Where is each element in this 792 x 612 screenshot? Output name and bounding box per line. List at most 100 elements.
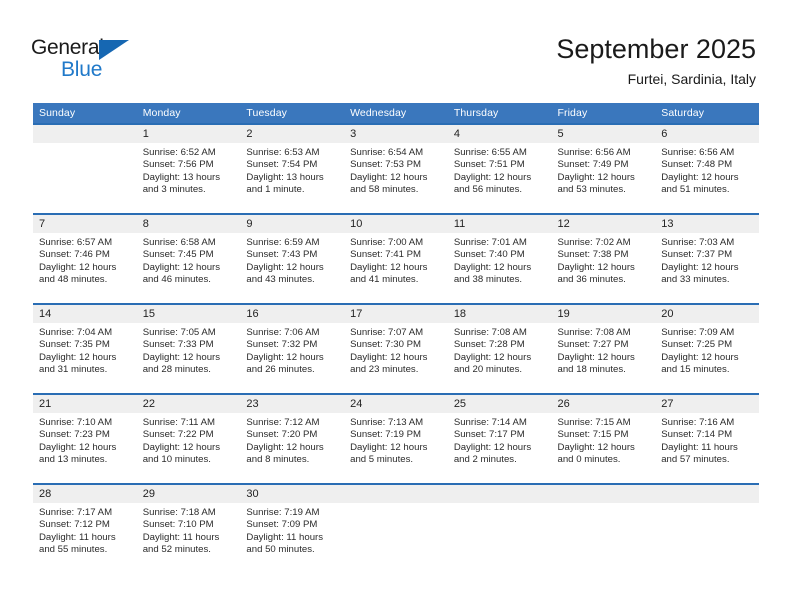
day-details: Sunrise: 7:04 AM Sunset: 7:35 PM Dayligh… bbox=[33, 323, 137, 377]
page-subtitle-location: Furtei, Sardinia, Italy bbox=[627, 71, 756, 87]
general-blue-logo[interactable]: General Blue bbox=[31, 36, 151, 84]
day-number: 1 bbox=[136, 125, 241, 143]
day-number: 16 bbox=[240, 305, 345, 323]
day-cell[interactable]: 10 Sunrise: 7:00 AM Sunset: 7:41 PM Dayl… bbox=[344, 213, 448, 304]
day-cell[interactable]: 28 Sunrise: 7:17 AM Sunset: 7:12 PM Dayl… bbox=[33, 483, 137, 563]
daylight-text-line2: and 0 minutes. bbox=[557, 454, 621, 466]
sunset-text: Sunset: 7:19 PM bbox=[350, 429, 422, 441]
day-cell[interactable]: 25 Sunrise: 7:14 AM Sunset: 7:17 PM Dayl… bbox=[447, 393, 552, 484]
day-number: 4 bbox=[447, 125, 552, 143]
daylight-text-line2: and 41 minutes. bbox=[350, 274, 419, 286]
day-cell[interactable]: 19 Sunrise: 7:08 AM Sunset: 7:27 PM Dayl… bbox=[551, 303, 656, 394]
sunrise-text: Sunrise: 7:17 AM bbox=[39, 507, 113, 518]
daylight-text-line2: and 52 minutes. bbox=[142, 544, 211, 556]
day-details: Sunrise: 6:56 AM Sunset: 7:48 PM Dayligh… bbox=[655, 143, 759, 197]
day-cell[interactable]: 11 Sunrise: 7:01 AM Sunset: 7:40 PM Dayl… bbox=[447, 213, 552, 304]
day-details: Sunrise: 7:02 AM Sunset: 7:38 PM Dayligh… bbox=[552, 233, 656, 287]
daylight-text-line1: Daylight: 11 hours bbox=[142, 531, 220, 543]
day-cell[interactable]: 8 Sunrise: 6:58 AM Sunset: 7:45 PM Dayli… bbox=[136, 213, 241, 304]
day-number: 17 bbox=[344, 305, 448, 323]
day-cell[interactable]: 20 Sunrise: 7:09 AM Sunset: 7:25 PM Dayl… bbox=[655, 303, 759, 394]
day-cell-empty bbox=[344, 483, 448, 563]
day-cell[interactable]: 18 Sunrise: 7:08 AM Sunset: 7:28 PM Dayl… bbox=[447, 303, 552, 394]
daylight-text-line1: Daylight: 12 hours bbox=[350, 171, 428, 183]
daylight-text-line2: and 2 minutes. bbox=[453, 454, 517, 466]
day-cell[interactable]: 6 Sunrise: 6:56 AM Sunset: 7:48 PM Dayli… bbox=[655, 123, 759, 214]
day-cell[interactable]: 22 Sunrise: 7:11 AM Sunset: 7:22 PM Dayl… bbox=[136, 393, 241, 484]
weekday-header-saturday: Saturday bbox=[655, 103, 759, 124]
daylight-text-line2: and 55 minutes. bbox=[39, 544, 108, 556]
sunrise-text: Sunrise: 7:18 AM bbox=[142, 507, 216, 518]
daylight-text-line1: Daylight: 12 hours bbox=[557, 351, 635, 363]
day-cell[interactable]: 12 Sunrise: 7:02 AM Sunset: 7:38 PM Dayl… bbox=[551, 213, 656, 304]
day-cell[interactable]: 9 Sunrise: 6:59 AM Sunset: 7:43 PM Dayli… bbox=[240, 213, 345, 304]
day-cell[interactable]: 14 Sunrise: 7:04 AM Sunset: 7:35 PM Dayl… bbox=[33, 303, 137, 394]
day-cell[interactable]: 23 Sunrise: 7:12 AM Sunset: 7:20 PM Dayl… bbox=[240, 393, 345, 484]
sunrise-text: Sunrise: 7:16 AM bbox=[661, 417, 735, 428]
day-number: 25 bbox=[447, 395, 552, 413]
sunset-text: Sunset: 7:45 PM bbox=[142, 249, 214, 261]
page-header: General Blue September 2025 Furtei, Sard… bbox=[0, 0, 792, 100]
day-cell[interactable]: 1 Sunrise: 6:52 AM Sunset: 7:56 PM Dayli… bbox=[136, 123, 241, 214]
day-cell[interactable]: 29 Sunrise: 7:18 AM Sunset: 7:10 PM Dayl… bbox=[136, 483, 241, 563]
daylight-text-line1: Daylight: 12 hours bbox=[453, 171, 532, 183]
day-cell[interactable]: 27 Sunrise: 7:16 AM Sunset: 7:14 PM Dayl… bbox=[655, 393, 759, 484]
day-number: 12 bbox=[551, 215, 656, 233]
sunset-text: Sunset: 7:41 PM bbox=[350, 249, 422, 261]
day-details: Sunrise: 7:12 AM Sunset: 7:20 PM Dayligh… bbox=[240, 413, 344, 467]
day-number: 15 bbox=[136, 305, 241, 323]
day-cell[interactable]: 24 Sunrise: 7:13 AM Sunset: 7:19 PM Dayl… bbox=[344, 393, 448, 484]
daylight-text-line1: Daylight: 12 hours bbox=[453, 261, 532, 273]
daylight-text-line2: and 57 minutes. bbox=[661, 454, 730, 466]
day-cell[interactable]: 16 Sunrise: 7:06 AM Sunset: 7:32 PM Dayl… bbox=[240, 303, 345, 394]
day-details: Sunrise: 7:11 AM Sunset: 7:22 PM Dayligh… bbox=[137, 413, 241, 467]
daylight-text-line1: Daylight: 11 hours bbox=[661, 441, 738, 453]
day-cell[interactable]: 26 Sunrise: 7:15 AM Sunset: 7:15 PM Dayl… bbox=[551, 393, 656, 484]
day-number: 6 bbox=[655, 125, 759, 143]
daylight-text-line1: Daylight: 13 hours bbox=[246, 171, 324, 183]
day-cell[interactable]: 5 Sunrise: 6:56 AM Sunset: 7:49 PM Dayli… bbox=[551, 123, 656, 214]
daylight-text-line2: and 18 minutes. bbox=[557, 364, 626, 376]
sunset-text: Sunset: 7:20 PM bbox=[246, 429, 318, 441]
calendar-head: Sunday Monday Tuesday Wednesday Thursday… bbox=[33, 103, 759, 124]
day-number: 14 bbox=[33, 305, 137, 323]
sunset-text: Sunset: 7:27 PM bbox=[557, 339, 629, 351]
sunrise-text: Sunrise: 6:57 AM bbox=[39, 237, 113, 248]
day-details: Sunrise: 7:10 AM Sunset: 7:23 PM Dayligh… bbox=[33, 413, 137, 467]
daylight-text-line1: Daylight: 12 hours bbox=[246, 261, 324, 273]
day-details: Sunrise: 6:55 AM Sunset: 7:51 PM Dayligh… bbox=[448, 143, 552, 197]
sunrise-text: Sunrise: 6:56 AM bbox=[557, 147, 631, 158]
sunset-text: Sunset: 7:35 PM bbox=[39, 339, 110, 351]
day-details: Sunrise: 6:52 AM Sunset: 7:56 PM Dayligh… bbox=[137, 143, 241, 197]
daylight-text-line1: Daylight: 12 hours bbox=[557, 261, 635, 273]
day-number: 26 bbox=[551, 395, 656, 413]
day-number: 5 bbox=[551, 125, 656, 143]
sunrise-text: Sunrise: 7:07 AM bbox=[350, 327, 424, 338]
day-details: Sunrise: 7:17 AM Sunset: 7:12 PM Dayligh… bbox=[33, 503, 137, 557]
day-details: Sunrise: 7:07 AM Sunset: 7:30 PM Dayligh… bbox=[344, 323, 448, 377]
day-number: 29 bbox=[136, 485, 241, 503]
day-cell[interactable]: 3 Sunrise: 6:54 AM Sunset: 7:53 PM Dayli… bbox=[344, 123, 448, 214]
sunrise-text: Sunrise: 7:04 AM bbox=[39, 327, 113, 338]
sunrise-text: Sunrise: 7:02 AM bbox=[557, 237, 631, 248]
sunset-text: Sunset: 7:46 PM bbox=[39, 249, 110, 261]
day-cell[interactable]: 15 Sunrise: 7:05 AM Sunset: 7:33 PM Dayl… bbox=[136, 303, 241, 394]
calendar-grid: Sunday Monday Tuesday Wednesday Thursday… bbox=[33, 103, 759, 563]
day-number: 9 bbox=[240, 215, 345, 233]
weekday-header-monday: Monday bbox=[136, 103, 241, 124]
daylight-text-line1: Daylight: 12 hours bbox=[39, 261, 117, 273]
day-cell[interactable]: 30 Sunrise: 7:19 AM Sunset: 7:09 PM Dayl… bbox=[240, 483, 345, 563]
sunrise-text: Sunrise: 7:13 AM bbox=[350, 417, 424, 428]
day-cell[interactable]: 4 Sunrise: 6:55 AM Sunset: 7:51 PM Dayli… bbox=[447, 123, 552, 214]
day-cell[interactable]: 21 Sunrise: 7:10 AM Sunset: 7:23 PM Dayl… bbox=[33, 393, 137, 484]
daylight-text-line1: Daylight: 12 hours bbox=[557, 441, 635, 453]
day-cell[interactable]: 2 Sunrise: 6:53 AM Sunset: 7:54 PM Dayli… bbox=[240, 123, 345, 214]
sunrise-text: Sunrise: 6:52 AM bbox=[142, 147, 216, 158]
day-cell[interactable]: 17 Sunrise: 7:07 AM Sunset: 7:30 PM Dayl… bbox=[344, 303, 448, 394]
day-number: 7 bbox=[33, 215, 137, 233]
day-number: 21 bbox=[33, 395, 137, 413]
day-cell[interactable]: 7 Sunrise: 6:57 AM Sunset: 7:46 PM Dayli… bbox=[33, 213, 137, 304]
day-details: Sunrise: 6:58 AM Sunset: 7:45 PM Dayligh… bbox=[137, 233, 241, 287]
day-cell[interactable]: 13 Sunrise: 7:03 AM Sunset: 7:37 PM Dayl… bbox=[655, 213, 759, 304]
day-number: 22 bbox=[136, 395, 241, 413]
